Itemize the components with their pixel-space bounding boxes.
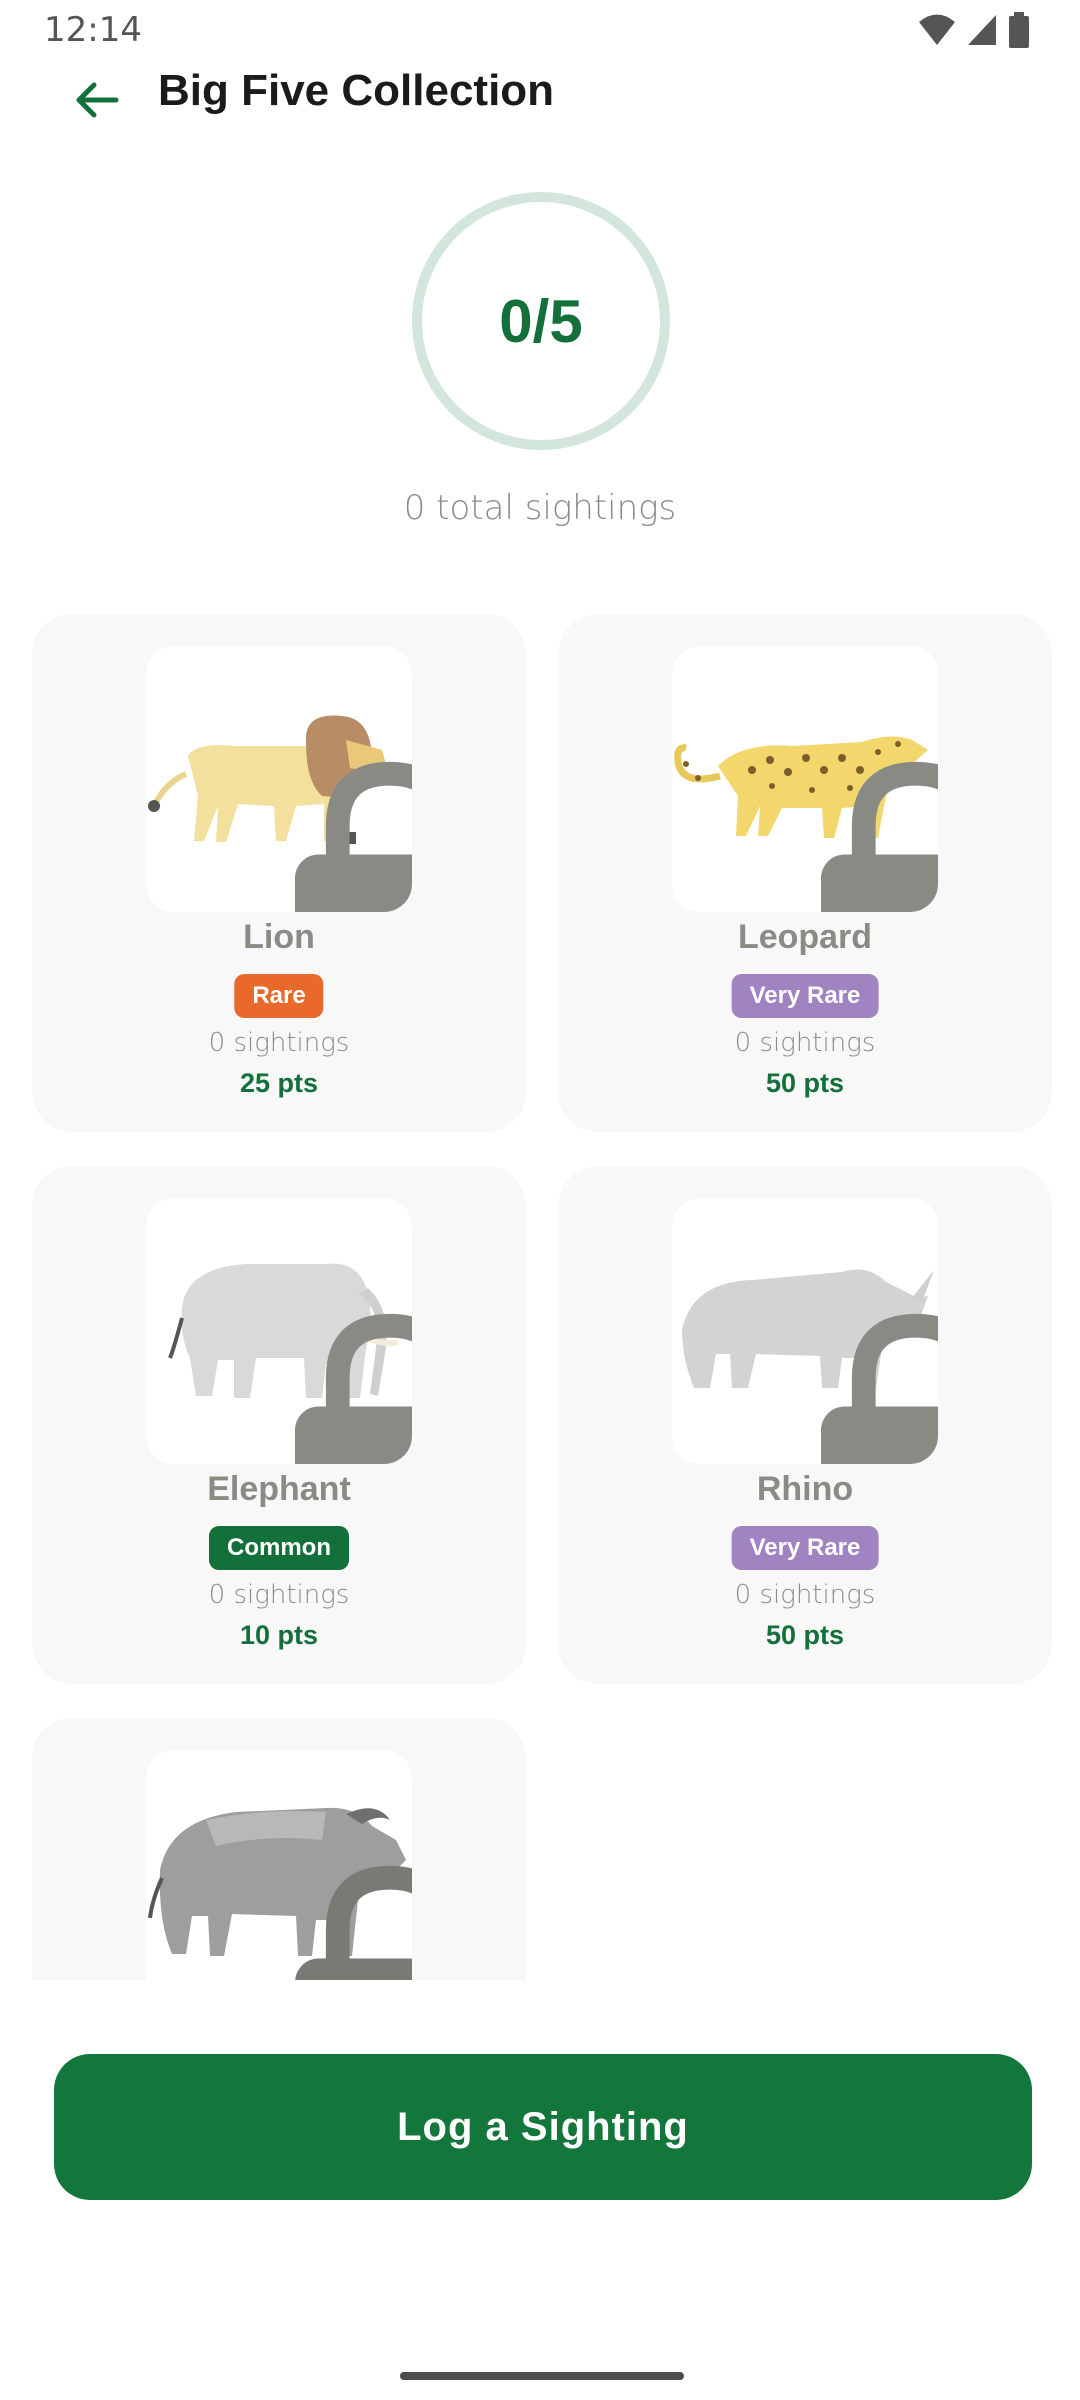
animal-sightings: 0 sightings: [208, 1580, 350, 1610]
animal-card-buffalo[interactable]: [32, 1718, 526, 1980]
buffalo-image: [146, 1750, 412, 1980]
signal-icon: [968, 15, 996, 45]
total-sightings: 0 total sightings: [403, 488, 677, 528]
rarity-badge: Common: [209, 1526, 349, 1570]
rarity-badge: Very Rare: [731, 1526, 879, 1570]
lion-image: [146, 646, 412, 912]
animal-points: 25 pts: [239, 1068, 319, 1098]
animal-sightings: 0 sightings: [208, 1028, 350, 1058]
log-sighting-button[interactable]: Log a Sighting: [54, 2054, 1032, 2200]
animal-sightings: 0 sightings: [734, 1580, 876, 1610]
lock-icon: [295, 761, 412, 912]
animal-name: Rhino: [756, 1470, 854, 1508]
rarity-badge: Very Rare: [731, 974, 879, 1018]
page-title: Big Five Collection: [158, 66, 555, 115]
animal-name: Lion: [243, 918, 315, 956]
wifi-icon: [919, 14, 955, 45]
status-icons: [918, 12, 1030, 48]
leopard-image: [672, 646, 938, 912]
animal-points: 10 pts: [239, 1620, 319, 1650]
animal-card-elephant[interactable]: Elephant Common 0 sightings 10 pts: [32, 1166, 526, 1684]
animal-name: Elephant: [207, 1470, 351, 1508]
lock-icon: [821, 761, 938, 912]
back-button[interactable]: [60, 64, 132, 136]
animal-card-lion[interactable]: Lion Rare 0 sightings 25 pts: [32, 614, 526, 1132]
lock-icon: [821, 1313, 938, 1464]
animal-card-leopard[interactable]: Leopard Very Rare 0 sightings 50 pts: [558, 614, 1052, 1132]
animal-grid[interactable]: Lion Rare 0 sightings 25 pts Leopard Ver…: [0, 614, 1080, 1980]
animal-points: 50 pts: [765, 1620, 845, 1650]
animal-card-rhino[interactable]: Rhino Very Rare 0 sightings 50 pts: [558, 1166, 1052, 1684]
rhino-image: [672, 1198, 938, 1464]
battery-icon: [1009, 12, 1029, 48]
elephant-image: [146, 1198, 412, 1464]
status-bar: 12:14: [0, 0, 1080, 60]
back-arrow-icon: [76, 82, 119, 118]
progress-count: 0/5: [499, 287, 583, 355]
animal-sightings: 0 sightings: [734, 1028, 876, 1058]
status-time: 12:14: [44, 10, 142, 50]
rarity-badge: Rare: [234, 974, 324, 1018]
animal-points: 50 pts: [765, 1068, 845, 1098]
lock-icon: [295, 1865, 412, 1980]
lock-icon: [295, 1313, 412, 1464]
animal-name: Leopard: [737, 918, 873, 956]
home-indicator[interactable]: [400, 2372, 684, 2380]
